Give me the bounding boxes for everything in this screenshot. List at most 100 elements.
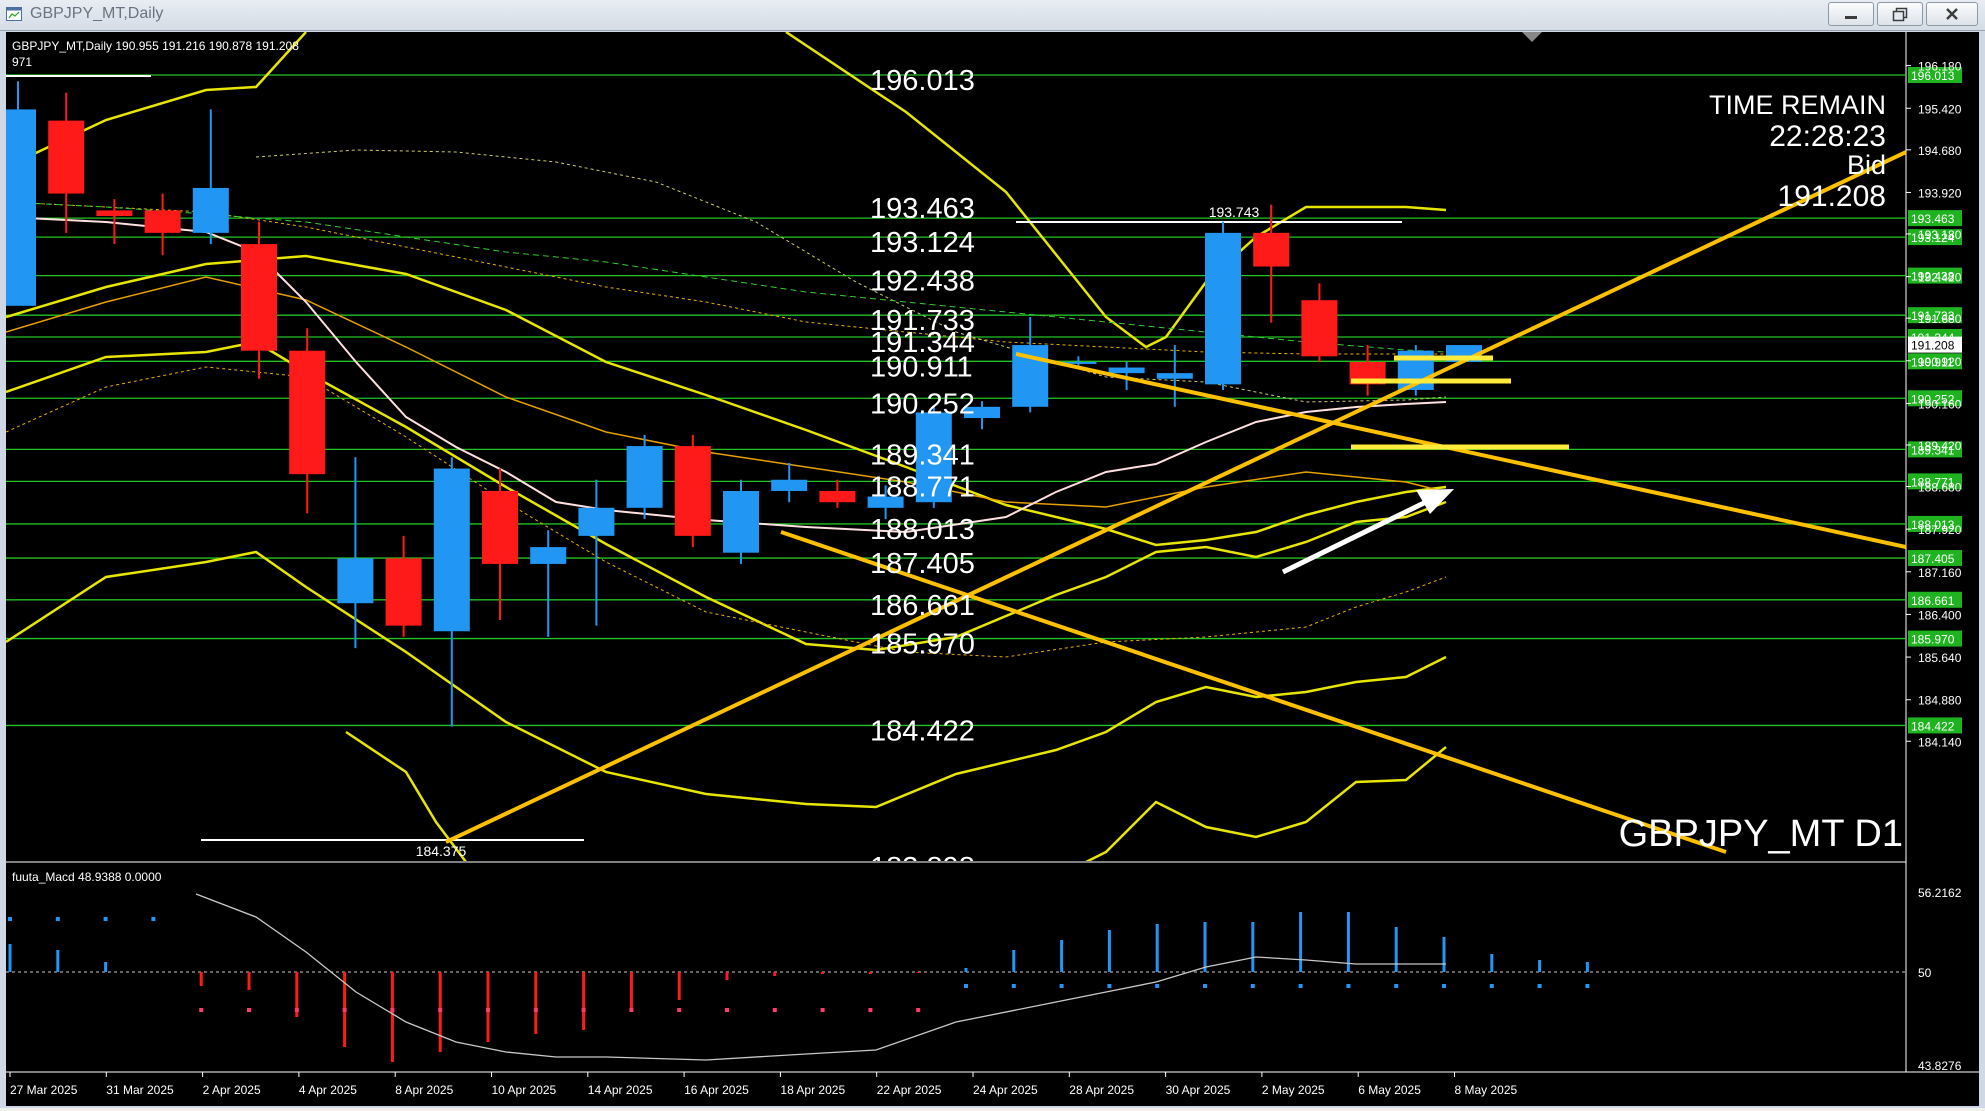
ascending-trendline[interactable]: [445, 150, 1907, 844]
subwindow-tick-label: 56.2162: [1918, 886, 1962, 900]
candle-body: [337, 558, 374, 604]
candle[interactable]: [1301, 283, 1338, 362]
time-remain-label: TIME REMAIN: [1709, 90, 1886, 120]
price-tick-label: 190.160: [1918, 397, 1962, 411]
candle[interactable]: [1205, 221, 1241, 390]
candle-body: [241, 244, 277, 351]
macd-signal-dot: [1011, 984, 1016, 988]
price-tick-label: 192.420: [1918, 271, 1962, 285]
level-label: 196.013: [870, 65, 975, 97]
time-axis: 27 Mar 2025 31 Mar 2025 2 Apr 2025 4 Apr 20…: [9, 1072, 1518, 1097]
macd-signal-dot: [1442, 984, 1446, 988]
candle[interactable]: [1349, 345, 1386, 396]
close-button[interactable]: [1926, 2, 1978, 26]
window-title: GBPJPY_MT,Daily: [30, 5, 164, 22]
title-bar[interactable]: GBPJPY_MT,Daily: [0, 0, 1985, 31]
chart-area[interactable]: 196.013193.463193.124192.438191.733191.3…: [6, 32, 1979, 1106]
candlesticks: [6, 81, 1482, 727]
candle[interactable]: [6, 81, 36, 306]
candle-body: [482, 490, 518, 564]
macd-signal-dot: [390, 1008, 395, 1012]
chart-shift-marker[interactable]: [1522, 32, 1542, 42]
time-tick-label: 10 Apr 2025: [492, 1083, 557, 1097]
candle[interactable]: [144, 193, 181, 256]
level-price-tag: 185.970: [1908, 630, 1962, 647]
candle[interactable]: [482, 468, 518, 621]
level-price-tag: 186.661: [1908, 591, 1962, 608]
bid-label: Bid: [1847, 150, 1886, 180]
maximize-button[interactable]: [1877, 2, 1923, 26]
candle[interactable]: [1156, 345, 1193, 407]
minimize-icon: [1845, 16, 1857, 19]
macd-signal-dot: [486, 1008, 490, 1012]
candle[interactable]: [1012, 317, 1049, 413]
macd-signal-dot: [1394, 984, 1399, 988]
level-label: 192.438: [870, 266, 975, 298]
level-label: 193.124: [870, 227, 975, 259]
restore-icon: [1892, 7, 1908, 22]
indicator-value: 971: [12, 55, 32, 69]
candle[interactable]: [578, 479, 615, 626]
candle[interactable]: [385, 535, 422, 637]
level-price-tag-text: 186.661: [1911, 594, 1955, 608]
macd-line: [195, 893, 1446, 1061]
candle[interactable]: [48, 92, 85, 233]
macd-signal-dot: [1155, 984, 1160, 988]
macd-signal-dot: [533, 1008, 538, 1012]
price-tick-label: 184.880: [1918, 694, 1962, 708]
macd-subwindow[interactable]: 56.2162 50 43.8276: [6, 886, 1962, 1073]
price-tick-label: 189.420: [1918, 439, 1962, 453]
candle[interactable]: [819, 479, 856, 508]
level-price-tag-text: 187.405: [1911, 552, 1955, 566]
time-tick-label: 18 Apr 2025: [780, 1083, 845, 1097]
symbol-watermark: GBPJPY_MT D1: [1619, 813, 1903, 855]
indicator-curve: [1085, 746, 1447, 861]
high-marker-label: 193.743: [1209, 204, 1260, 220]
macd-signal-dot: [725, 1008, 729, 1012]
time-remain-value: 22:28:23: [1769, 120, 1886, 153]
macd-signal-dot: [55, 917, 60, 921]
macd-signal-dot: [916, 1008, 921, 1012]
indicator-bands: [6, 32, 1447, 861]
macd-signal-dot: [964, 984, 968, 988]
macd-signal-dot: [677, 1008, 682, 1012]
macd-signal-dot: [1537, 984, 1542, 988]
price-chart[interactable]: 196.013193.463193.124192.438191.733191.3…: [6, 32, 1979, 1106]
candle[interactable]: [530, 530, 567, 637]
candle-body: [626, 446, 663, 508]
time-tick-label: 14 Apr 2025: [588, 1083, 653, 1097]
time-tick-label: 8 Apr 2025: [395, 1083, 453, 1097]
macd-signal-dot: [1059, 984, 1064, 988]
time-tick-label: 31 Mar 2025: [106, 1083, 174, 1097]
level-label-clipped: 183.898: [870, 852, 975, 884]
candle[interactable]: [674, 434, 711, 548]
price-tick-label: 184.140: [1918, 735, 1962, 749]
candle-body: [6, 109, 36, 306]
level-label: 193.463: [870, 193, 975, 225]
candle[interactable]: [337, 457, 374, 649]
candle[interactable]: [433, 457, 470, 727]
candle-body: [144, 210, 181, 233]
price-tick-label: 191.680: [1918, 312, 1962, 326]
candle[interactable]: [723, 479, 759, 564]
candle[interactable]: [241, 221, 277, 379]
candle[interactable]: [192, 109, 229, 245]
macd-signal-dot: [772, 1008, 777, 1012]
level-price-tag: 187.405: [1908, 550, 1962, 567]
macd-signal-dot: [247, 1008, 251, 1012]
candle[interactable]: [771, 462, 808, 503]
macd-signal-dot: [199, 1008, 204, 1012]
arrow-annotation[interactable]: [1281, 489, 1454, 575]
macd-signal-dot: [8, 917, 12, 921]
chart-window-icon: [6, 7, 22, 21]
macd-signal-dot: [1489, 984, 1494, 988]
candle-body: [530, 547, 567, 564]
price-tick-label: 193.180: [1918, 228, 1962, 242]
level-label: 189.341: [870, 439, 975, 471]
macd-signal-dot: [151, 917, 156, 921]
candle[interactable]: [626, 434, 663, 520]
macd-signal-dot: [438, 1008, 443, 1012]
candle[interactable]: [289, 328, 326, 514]
minimize-button[interactable]: [1828, 2, 1874, 26]
bid-value: 191.208: [1778, 180, 1886, 213]
